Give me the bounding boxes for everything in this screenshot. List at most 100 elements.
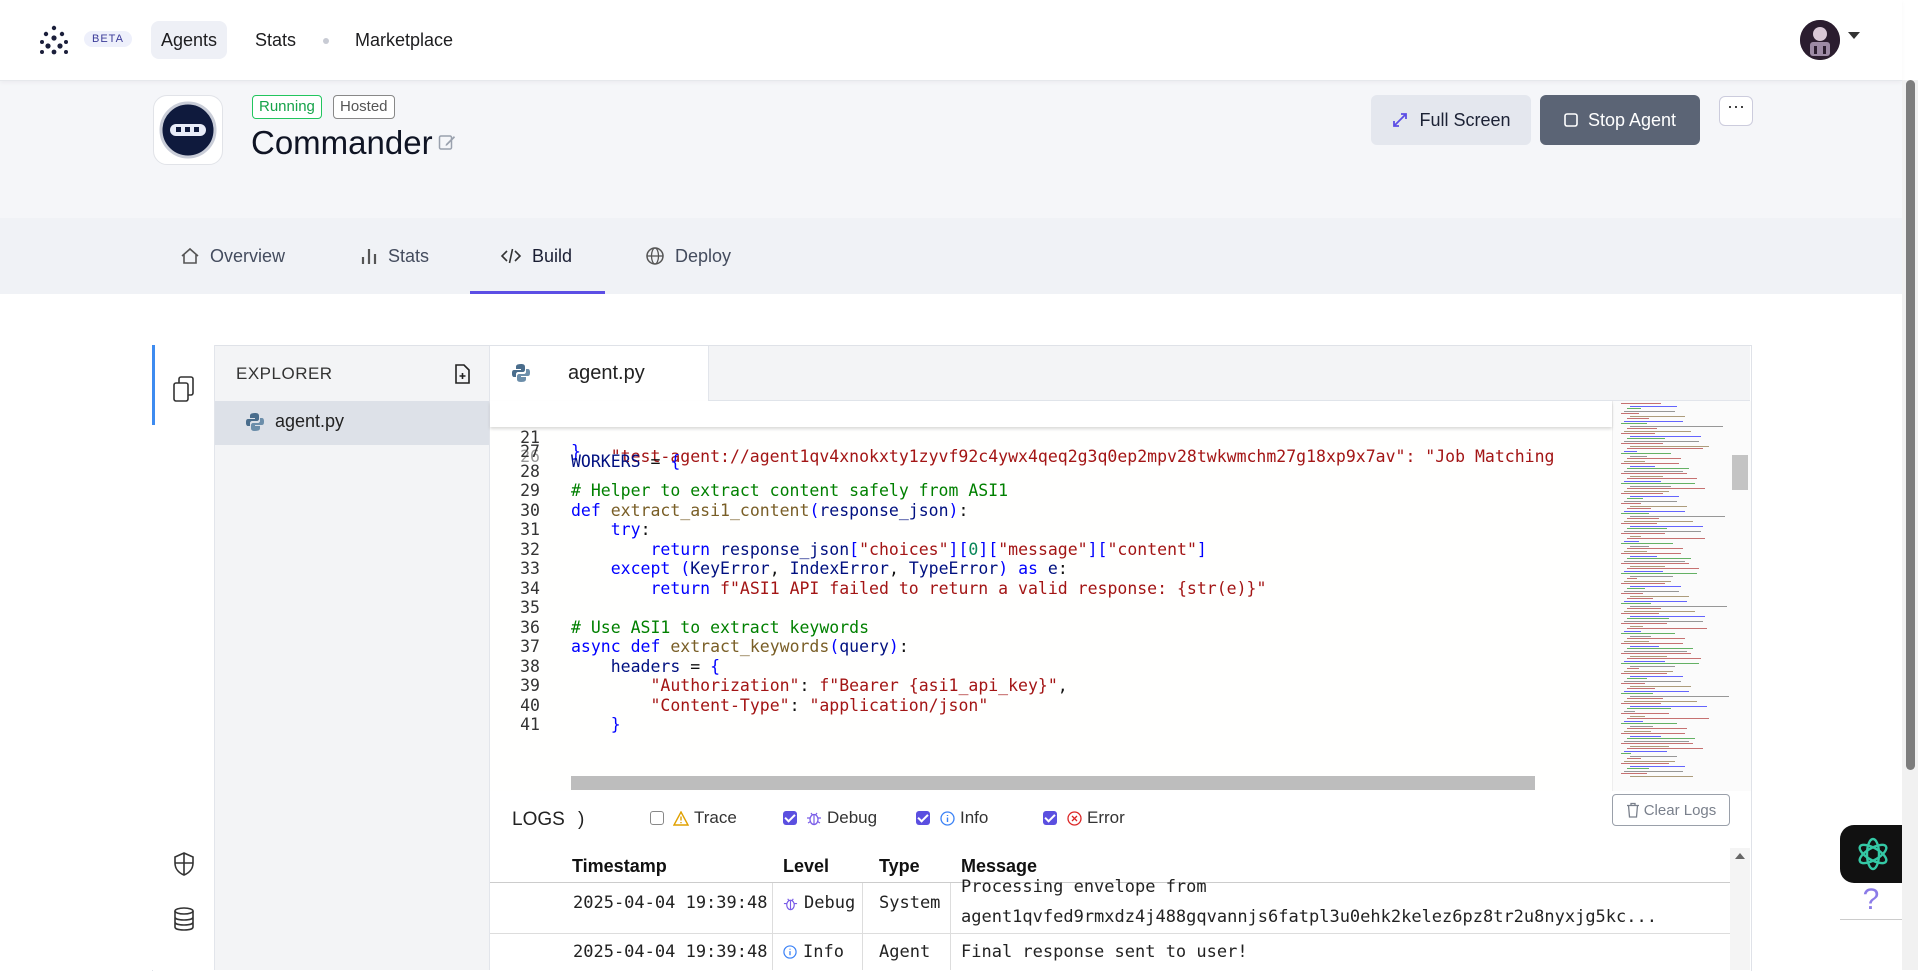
nav-stats-link[interactable]: Stats [245, 21, 306, 59]
minimap-line [1624, 640, 1649, 642]
page-scroll-thumb[interactable] [1906, 80, 1915, 770]
minimap-line [1624, 570, 1663, 572]
logs-scrollbar[interactable] [1730, 848, 1750, 970]
minimap-line [1624, 580, 1671, 582]
editor-horizontal-scrollbar[interactable] [571, 776, 1535, 790]
database-icon[interactable] [172, 906, 196, 932]
trace-checkbox[interactable] [650, 811, 664, 825]
avatar-image-icon [1800, 20, 1840, 60]
minimap-line [1630, 455, 1647, 457]
minimap-line [1621, 463, 1679, 465]
minimap-line [1627, 718, 1709, 720]
minimap-line [1624, 720, 1643, 722]
minimap-line [1627, 568, 1699, 570]
minimap-line [1627, 518, 1659, 520]
line-number: 21 [520, 428, 540, 447]
minimap-line [1630, 525, 1703, 527]
minimap-line [1627, 618, 1669, 620]
minimap-line [1624, 430, 1691, 432]
full-screen-label: Full Screen [1419, 109, 1511, 130]
minimap-line [1621, 433, 1655, 435]
col-level: Level [783, 856, 830, 876]
minimap-line [1621, 603, 1651, 605]
stop-agent-button[interactable]: Stop Agent [1540, 95, 1700, 145]
minimap-line [1630, 725, 1653, 727]
edit-icon[interactable] [438, 133, 456, 151]
tab-build[interactable]: Build [500, 218, 572, 294]
minimap-line [1624, 530, 1701, 532]
col-message: Message [961, 856, 1038, 876]
explorer-file-name[interactable]: agent.py [275, 411, 344, 432]
minimap-line [1621, 523, 1657, 525]
minimap-line [1627, 578, 1637, 580]
trash-icon [1626, 802, 1639, 818]
error-filter[interactable]: Error [1067, 808, 1125, 828]
help-button[interactable]: ? [1840, 883, 1902, 920]
minimap-line [1621, 673, 1667, 675]
info-checkbox[interactable] [916, 811, 930, 825]
minimap-line [1630, 675, 1683, 677]
minimap-line [1624, 550, 1647, 552]
log-type: System [879, 893, 941, 913]
minimap-line [1621, 693, 1653, 695]
minimap-line [1630, 575, 1673, 577]
error-checkbox[interactable] [1043, 811, 1057, 825]
minimap-line [1630, 535, 1641, 537]
minimap-line [1627, 528, 1667, 530]
user-avatar[interactable] [1800, 20, 1840, 60]
tab-deploy[interactable]: Deploy [645, 218, 731, 294]
tab-stats[interactable]: Stats [360, 218, 429, 294]
minimap-line [1621, 773, 1647, 775]
trace-filter[interactable]: Trace [673, 808, 737, 828]
minimap-line [1627, 588, 1645, 590]
minimap-line [1621, 413, 1639, 415]
python-tab-icon [512, 364, 530, 382]
scroll-up-icon[interactable] [1730, 848, 1750, 864]
log-row[interactable]: 2025-04-04 19:39:48 Info Agent Final res… [490, 934, 1730, 970]
bar-chart-icon [361, 249, 377, 264]
minimap-line [1624, 540, 1639, 542]
minimap-line [1621, 583, 1665, 585]
minimap-line [1621, 513, 1649, 515]
agent-title: Commander [251, 124, 433, 161]
debug-checkbox[interactable] [783, 811, 797, 825]
debug-filter[interactable]: Debug [806, 808, 877, 828]
nav-agents-link[interactable]: Agents [151, 21, 228, 59]
shield-icon[interactable] [172, 851, 196, 877]
nav-marketplace-link[interactable]: Marketplace [345, 21, 463, 59]
log-row[interactable]: 2025-04-04 19:39:48 Debug System Process… [490, 877, 1730, 934]
activity-rail [152, 345, 215, 970]
tab-overview[interactable]: Overview [180, 218, 285, 294]
log-type: Agent [879, 942, 931, 962]
account-menu-chevron-icon[interactable] [1848, 32, 1860, 39]
more-options-button[interactable]: ⋯ [1719, 96, 1753, 126]
editor-minimap[interactable] [1612, 401, 1751, 791]
minimap-line [1627, 598, 1653, 600]
info-icon [783, 945, 797, 959]
minimap-line [1624, 460, 1645, 462]
sticky-scroll-line[interactable]: 21 WORKERS = { [490, 401, 1612, 471]
agent-avatar [153, 95, 223, 165]
minimap-line [1630, 435, 1701, 437]
minimap-line [1630, 655, 1667, 657]
files-icon[interactable] [172, 375, 196, 403]
info-filter[interactable]: Info [940, 808, 988, 828]
full-screen-button[interactable]: Full Screen [1371, 95, 1531, 145]
ai-assistant-button[interactable] [1840, 825, 1902, 883]
openai-logo-icon [1858, 837, 1888, 871]
clear-logs-button[interactable]: Clear Logs [1612, 794, 1730, 826]
minimap-line [1624, 670, 1673, 672]
minimap-line [1621, 743, 1693, 745]
minimap-line [1627, 458, 1681, 460]
fetch-logo-icon[interactable] [38, 24, 70, 56]
minimap-line [1621, 723, 1677, 725]
debug-label: Debug [827, 808, 878, 827]
minimap-line [1630, 665, 1675, 667]
minimap-scroll-thumb[interactable] [1732, 455, 1748, 490]
minimap-line [1630, 485, 1671, 487]
sticky-code-line: 21 WORKERS = { [490, 402, 1612, 471]
new-file-icon[interactable] [453, 364, 471, 384]
minimap-line [1627, 708, 1671, 710]
stop-square-icon [1564, 113, 1578, 127]
info-label: Info [960, 808, 989, 827]
